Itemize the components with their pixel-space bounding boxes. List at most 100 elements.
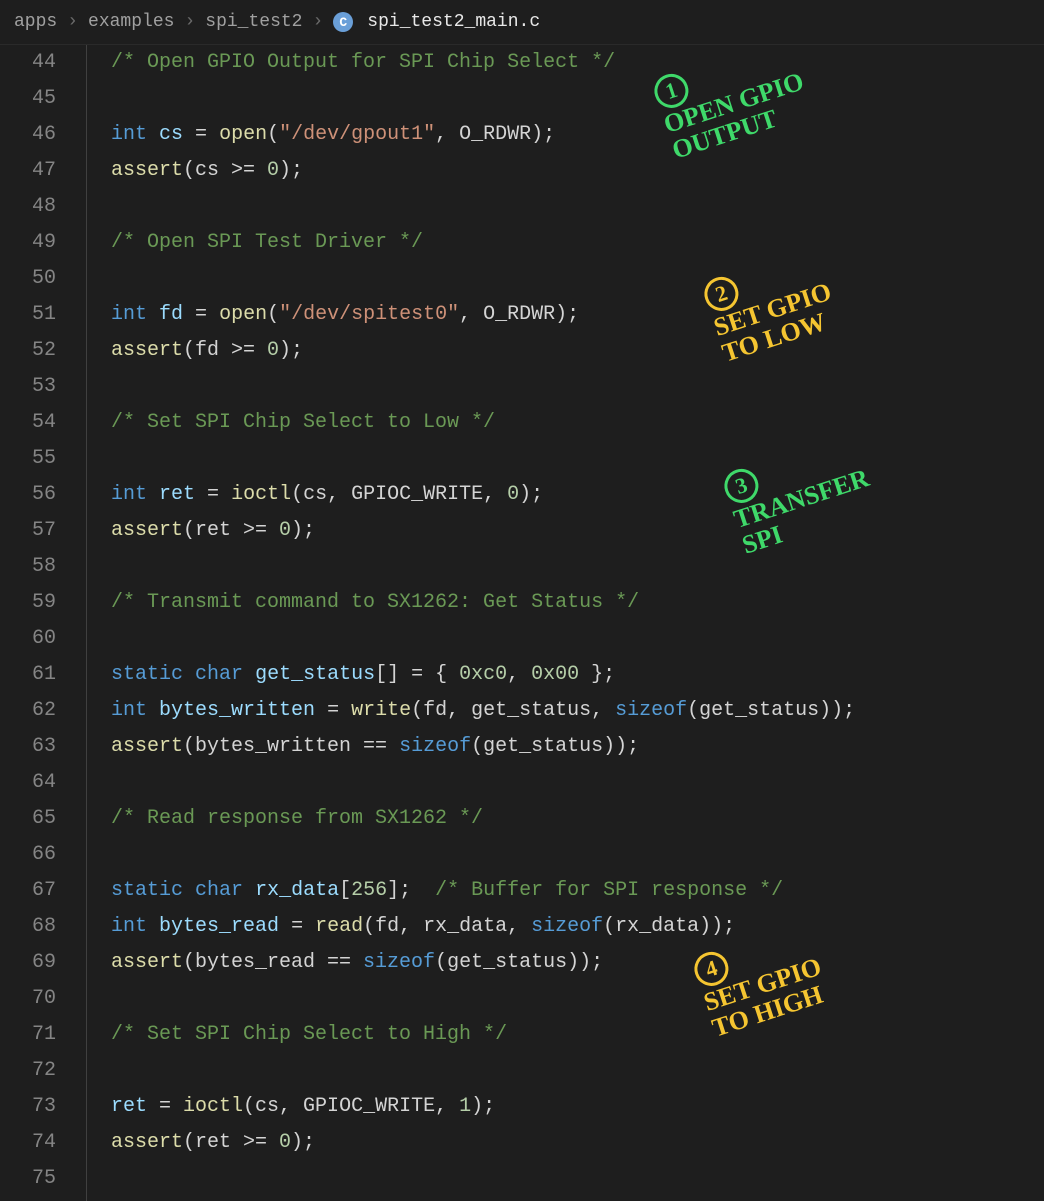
token-variable: ret [159, 483, 195, 506]
token-variable: cs [159, 123, 183, 146]
code-line[interactable] [111, 549, 1044, 585]
line-number[interactable]: 59 [0, 585, 56, 621]
code-line[interactable] [111, 441, 1044, 477]
line-number[interactable]: 75 [0, 1161, 56, 1197]
code-line[interactable] [111, 81, 1044, 117]
code-line[interactable]: int bytes_written = write(fd, get_status… [111, 693, 1044, 729]
token-function: ioctl [231, 483, 291, 506]
code-line[interactable] [111, 765, 1044, 801]
line-number[interactable]: 54 [0, 405, 56, 441]
line-number[interactable]: 63 [0, 729, 56, 765]
line-number[interactable]: 52 [0, 333, 56, 369]
token-number: 1 [459, 1095, 471, 1118]
line-number[interactable]: 73 [0, 1089, 56, 1125]
breadcrumb[interactable]: apps › examples › spi_test2 › C spi_test… [0, 0, 1044, 45]
code-line[interactable]: /* Transmit command to SX1262: Get Statu… [111, 585, 1044, 621]
token-function: assert [111, 159, 183, 182]
token-keyword: int [111, 303, 147, 326]
token-keyword: char [195, 879, 243, 902]
token-function: assert [111, 735, 183, 758]
breadcrumb-seg-examples[interactable]: examples [88, 6, 174, 38]
code-line[interactable]: /* Open GPIO Output for SPI Chip Select … [111, 45, 1044, 81]
code-line[interactable]: assert(bytes_read == sizeof(get_status))… [111, 945, 1044, 981]
line-number[interactable]: 48 [0, 189, 56, 225]
code-line[interactable]: static char get_status[] = { 0xc0, 0x00 … [111, 657, 1044, 693]
code-line[interactable]: /* Open SPI Test Driver */ [111, 225, 1044, 261]
line-number[interactable]: 69 [0, 945, 56, 981]
token-keyword: int [111, 699, 147, 722]
token-number: 0xc0 [459, 663, 507, 686]
token-keyword: static [111, 879, 183, 902]
code-line[interactable]: int cs = open("/dev/gpout1", O_RDWR); [111, 117, 1044, 153]
code-line[interactable]: assert(fd >= 0); [111, 333, 1044, 369]
line-number[interactable]: 44 [0, 45, 56, 81]
line-number[interactable]: 60 [0, 621, 56, 657]
line-number[interactable]: 58 [0, 549, 56, 585]
line-number[interactable]: 45 [0, 81, 56, 117]
token-number: 0 [279, 1131, 291, 1154]
line-number[interactable]: 66 [0, 837, 56, 873]
line-number[interactable]: 74 [0, 1125, 56, 1161]
token-variable: rx_data [255, 879, 339, 902]
code-line[interactable]: assert(ret >= 0); [111, 1125, 1044, 1161]
chevron-right-icon: › [67, 6, 78, 38]
token-function: open [219, 123, 267, 146]
code-line[interactable] [111, 369, 1044, 405]
code-line[interactable]: assert(cs >= 0); [111, 153, 1044, 189]
line-number[interactable]: 56 [0, 477, 56, 513]
token-function: open [219, 303, 267, 326]
code-line[interactable] [111, 1161, 1044, 1197]
line-number[interactable]: 61 [0, 657, 56, 693]
code-line[interactable] [111, 837, 1044, 873]
line-number-gutter[interactable]: 44 45 46 47 48 49 50 51 52 53 54 55 56 5… [0, 45, 86, 1201]
comment-text: /* Read response from SX1262 */ [111, 807, 483, 830]
code-line[interactable]: /* Read response from SX1262 */ [111, 801, 1044, 837]
token-function: read [315, 915, 363, 938]
code-line[interactable] [111, 981, 1044, 1017]
line-number[interactable]: 49 [0, 225, 56, 261]
code-line[interactable] [111, 621, 1044, 657]
token-function: assert [111, 1131, 183, 1154]
code-line[interactable] [111, 1053, 1044, 1089]
line-number[interactable]: 70 [0, 981, 56, 1017]
code-line[interactable]: assert(bytes_written == sizeof(get_statu… [111, 729, 1044, 765]
code-line[interactable] [111, 261, 1044, 297]
line-number[interactable]: 47 [0, 153, 56, 189]
line-number[interactable]: 53 [0, 369, 56, 405]
comment-text: /* Buffer for SPI response */ [435, 879, 783, 902]
code-line[interactable]: /* Set SPI Chip Select to High */ [111, 1017, 1044, 1053]
line-number[interactable]: 71 [0, 1017, 56, 1053]
c-file-icon: C [333, 12, 353, 32]
line-number[interactable]: 67 [0, 873, 56, 909]
comment-text: /* Set SPI Chip Select to High */ [111, 1023, 507, 1046]
line-number[interactable]: 64 [0, 765, 56, 801]
breadcrumb-filename[interactable]: spi_test2_main.c [367, 6, 540, 38]
breadcrumb-seg-apps[interactable]: apps [14, 6, 57, 38]
token-keyword: int [111, 123, 147, 146]
comment-text: /* Open SPI Test Driver */ [111, 231, 423, 254]
line-number[interactable]: 57 [0, 513, 56, 549]
code-line[interactable]: int bytes_read = read(fd, rx_data, sizeo… [111, 909, 1044, 945]
line-number[interactable]: 51 [0, 297, 56, 333]
chevron-right-icon: › [312, 6, 323, 38]
code-line[interactable]: static char rx_data[256]; /* Buffer for … [111, 873, 1044, 909]
line-number[interactable]: 55 [0, 441, 56, 477]
code-line[interactable]: ret = ioctl(cs, GPIOC_WRITE, 1); [111, 1089, 1044, 1125]
code-line[interactable]: assert(ret >= 0); [111, 513, 1044, 549]
line-number[interactable]: 65 [0, 801, 56, 837]
code-line[interactable]: int ret = ioctl(cs, GPIOC_WRITE, 0); [111, 477, 1044, 513]
line-number[interactable]: 46 [0, 117, 56, 153]
code-line[interactable]: /* Set SPI Chip Select to Low */ [111, 405, 1044, 441]
token-variable: bytes_read [159, 915, 279, 938]
code-editor[interactable]: /* Open GPIO Output for SPI Chip Select … [86, 45, 1044, 1201]
token-sizeof: sizeof [399, 735, 471, 758]
line-number[interactable]: 72 [0, 1053, 56, 1089]
code-line[interactable]: int fd = open("/dev/spitest0", O_RDWR); [111, 297, 1044, 333]
comment-text: /* Set SPI Chip Select to Low */ [111, 411, 495, 434]
breadcrumb-seg-spi-test2[interactable]: spi_test2 [205, 6, 302, 38]
token-function: assert [111, 339, 183, 362]
line-number[interactable]: 50 [0, 261, 56, 297]
line-number[interactable]: 62 [0, 693, 56, 729]
line-number[interactable]: 68 [0, 909, 56, 945]
code-line[interactable] [111, 189, 1044, 225]
